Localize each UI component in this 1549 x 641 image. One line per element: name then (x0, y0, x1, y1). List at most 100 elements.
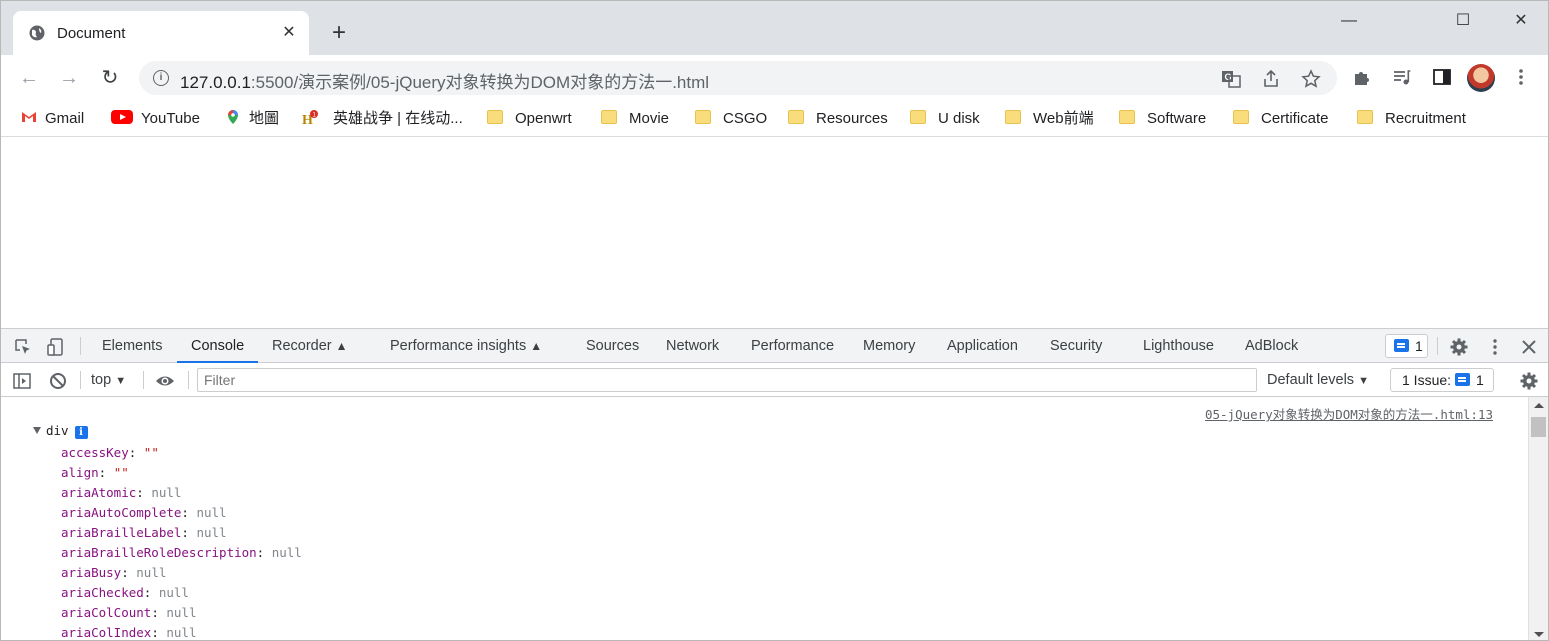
object-properties: accessKey: "" align: "" ariaAtomic: null ar… (61, 443, 302, 640)
tab-title: Document (57, 25, 126, 42)
property-value: "" (143, 445, 159, 460)
expand-triangle-icon[interactable] (33, 427, 41, 434)
bookmark-folder-csgo[interactable]: CSGO (695, 107, 767, 131)
tab-sources[interactable]: Sources (586, 329, 639, 363)
reload-icon[interactable]: ↻ (97, 65, 123, 91)
object-property-row[interactable]: ariaChecked: null (61, 583, 302, 603)
tab-performance[interactable]: Performance (751, 329, 834, 363)
property-value: null (196, 505, 227, 520)
logged-object-header[interactable]: div i (33, 423, 88, 439)
tab-security[interactable]: Security (1050, 329, 1102, 363)
bookmark-youtube[interactable]: YouTube (111, 107, 200, 131)
object-property-row[interactable]: ariaAtomic: null (61, 483, 302, 503)
dropdown-arrow-icon: ▼ (1358, 375, 1369, 387)
close-devtools-icon[interactable] (1519, 337, 1539, 357)
new-tab-button[interactable]: + (327, 21, 351, 45)
tab-console[interactable]: Console (177, 329, 259, 363)
property-key: ariaBrailleLabel (61, 525, 182, 540)
object-property-row[interactable]: ariaAutoComplete: null (61, 503, 302, 523)
property-value: null (166, 605, 197, 620)
tab-network[interactable]: Network (666, 329, 719, 363)
property-key: ariaChecked (61, 585, 144, 600)
tab-recorder[interactable]: Recorder ▲ (272, 329, 348, 363)
settings-gear-icon[interactable] (1449, 337, 1469, 357)
tab-document[interactable]: Document ✕ (13, 11, 309, 55)
scroll-down-icon[interactable] (1534, 632, 1544, 637)
forward-icon[interactable]: → (56, 65, 82, 91)
filter-input[interactable] (198, 369, 1256, 391)
url-text[interactable]: 127.0.0.1:5500/演示案例/05-jQuery对象转换为DOM对象的… (180, 68, 709, 93)
property-colon: : (151, 605, 167, 620)
tab-memory[interactable]: Memory (863, 329, 915, 363)
clear-console-icon[interactable] (48, 371, 68, 391)
property-value: null (158, 585, 189, 600)
property-value: null (271, 545, 302, 560)
object-property-row[interactable]: ariaColCount: null (61, 603, 302, 623)
folder-icon (601, 110, 617, 124)
property-colon: : (128, 445, 144, 460)
address-bar[interactable]: i 127.0.0.1:5500/演示案例/05-jQuery对象转换为DOM对… (139, 61, 1337, 95)
property-colon: : (98, 465, 114, 480)
profile-avatar[interactable] (1467, 64, 1495, 92)
minimize-icon[interactable]: — (1335, 9, 1363, 33)
share-icon[interactable] (1261, 69, 1281, 89)
tab-strip: Document ✕ + — ☐ ✕ (1, 1, 1548, 55)
messages-badge[interactable]: 1 (1385, 334, 1428, 358)
back-icon[interactable]: ← (16, 65, 42, 91)
bookmark-folder-web[interactable]: Web前端 (1005, 107, 1094, 131)
window-close-icon[interactable]: ✕ (1507, 9, 1535, 33)
side-panel-icon[interactable] (1431, 67, 1453, 89)
object-property-row[interactable]: ariaBusy: null (61, 563, 302, 583)
bookmark-folder-movie[interactable]: Movie (601, 107, 669, 131)
info-icon[interactable]: i (74, 426, 88, 439)
console-scrollbar[interactable] (1528, 397, 1548, 640)
source-location-link[interactable]: 05-jQuery对象转换为DOM对象的方法一.html:13 (1205, 404, 1493, 423)
flask-icon: ▲ (530, 339, 543, 353)
object-property-row[interactable]: align: "" (61, 463, 302, 483)
issues-button[interactable]: 1 Issue: 1 (1390, 368, 1494, 392)
bookmark-maps[interactable]: 地圖 (225, 107, 279, 131)
console-settings-gear-icon[interactable] (1519, 371, 1539, 391)
console-output: 05-jQuery对象转换为DOM对象的方法一.html:13 div i acc… (1, 397, 1530, 640)
folder-icon (788, 110, 804, 124)
object-property-row[interactable]: ariaColIndex: null (61, 623, 302, 640)
live-expression-eye-icon[interactable] (155, 371, 175, 391)
devtools-menu-icon[interactable] (1485, 337, 1505, 357)
property-key: accessKey (61, 445, 129, 460)
bookmark-folder-openwrt[interactable]: Openwrt (487, 107, 572, 131)
device-toolbar-icon[interactable] (46, 337, 66, 357)
tab-adblock[interactable]: AdBlock (1245, 329, 1298, 363)
scroll-up-icon[interactable] (1534, 403, 1544, 408)
bookmark-gmail[interactable]: Gmail (21, 107, 84, 131)
bookmark-folder-certificate[interactable]: Certificate (1233, 107, 1329, 131)
tab-application[interactable]: Application (947, 329, 1018, 363)
console-filter-field[interactable] (197, 368, 1257, 392)
folder-icon (695, 110, 711, 124)
bookmark-folder-udisk[interactable]: U disk (910, 107, 980, 131)
page-viewport (1, 138, 1548, 328)
media-control-icon[interactable] (1391, 67, 1413, 89)
log-levels-dropdown[interactable]: Default levels ▼ (1267, 368, 1369, 392)
bookmark-folder-software[interactable]: Software (1119, 107, 1206, 131)
bookmark-star-icon[interactable] (1301, 69, 1321, 89)
inspect-element-icon[interactable] (13, 337, 33, 357)
show-sidebar-icon[interactable] (12, 371, 32, 391)
object-property-row[interactable]: ariaBrailleRoleDescription: null (61, 543, 302, 563)
site-info-icon[interactable]: i (153, 70, 169, 86)
tab-elements[interactable]: Elements (102, 329, 162, 363)
menu-kebab-icon[interactable] (1510, 67, 1532, 89)
context-selector[interactable]: top ▼ (91, 368, 126, 392)
bookmark-folder-resources[interactable]: Resources (788, 107, 888, 131)
bookmark-game[interactable]: H 1 英雄战争 | 在线动... (302, 107, 463, 131)
close-tab-icon[interactable]: ✕ (279, 23, 299, 43)
maximize-icon[interactable]: ☐ (1449, 9, 1477, 33)
object-property-row[interactable]: ariaBrailleLabel: null (61, 523, 302, 543)
scroll-thumb[interactable] (1531, 417, 1546, 437)
toolbar-divider (80, 337, 81, 355)
bookmark-folder-recruitment[interactable]: Recruitment (1357, 107, 1466, 131)
object-property-row[interactable]: accessKey: "" (61, 443, 302, 463)
tab-lighthouse[interactable]: Lighthouse (1143, 329, 1214, 363)
extensions-icon[interactable] (1351, 67, 1373, 89)
tab-performance-insights[interactable]: Performance insights ▲ (390, 329, 542, 363)
translate-icon[interactable]: G (1221, 69, 1241, 89)
